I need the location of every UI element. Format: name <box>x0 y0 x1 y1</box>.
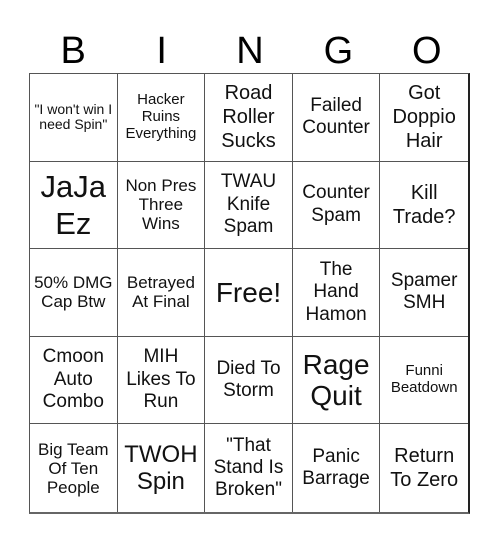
bingo-cell[interactable]: Died To Storm <box>205 336 293 425</box>
bingo-cell[interactable]: Counter Spam <box>292 161 381 250</box>
bingo-cell[interactable]: Hacker Ruins Everything <box>117 74 206 162</box>
bingo-cell[interactable]: MIH Likes To Run <box>117 336 206 425</box>
header-letter-g: G <box>323 30 354 72</box>
bingo-cell[interactable]: TWOH Spin <box>118 424 206 512</box>
bingo-cell[interactable]: The Hand Hamon <box>292 249 381 337</box>
header-letter-n: N <box>236 30 264 72</box>
bingo-cell[interactable]: Big Team Of Ten People <box>30 424 118 512</box>
bingo-cell[interactable]: Return To Zero <box>380 424 468 512</box>
bingo-cell[interactable]: "That Stand Is Broken" <box>205 424 293 512</box>
header-letter-i: I <box>156 30 167 72</box>
bingo-cell[interactable]: Funni Beatdown <box>380 337 468 425</box>
bingo-cell[interactable]: Kill Trade? <box>380 162 468 250</box>
bingo-cell[interactable]: Cmoon Auto Combo <box>30 336 118 425</box>
bingo-cell[interactable]: TWAU Knife Spam <box>205 161 293 250</box>
bingo-grid: "I won't win I need Spin" Hacker Ruins E… <box>29 73 470 514</box>
bingo-cell[interactable]: Panic Barrage <box>293 424 381 512</box>
bingo-cell[interactable]: "I won't win I need Spin" <box>30 74 118 162</box>
bingo-cell[interactable]: Failed Counter <box>292 74 381 162</box>
bingo-cell[interactable]: Road Roller Sucks <box>205 74 293 162</box>
header-letter-o: O <box>412 30 442 72</box>
bingo-cell[interactable]: Rage Quit <box>292 336 381 425</box>
bingo-cell[interactable]: Non Pres Three Wins <box>117 161 206 250</box>
bingo-cell[interactable]: Betrayed At Final <box>117 249 206 337</box>
header-letter-b: B <box>60 30 86 72</box>
bingo-cell[interactable]: Got Doppio Hair <box>380 74 468 162</box>
free-space-cell[interactable]: Free! <box>205 249 293 337</box>
bingo-cell[interactable]: JaJa Ez <box>30 161 118 250</box>
bingo-cell[interactable]: 50% DMG Cap Btw <box>30 249 118 337</box>
bingo-header: B I N G O <box>29 30 471 72</box>
bingo-cell[interactable]: Spamer SMH <box>380 249 468 337</box>
